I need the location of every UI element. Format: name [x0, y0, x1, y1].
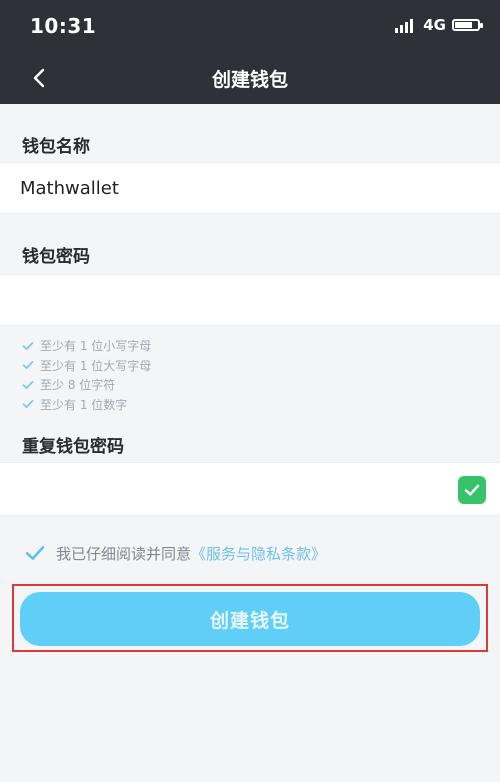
check-icon	[22, 341, 34, 350]
app-header: 10:31 4G 创建钱包	[0, 0, 500, 104]
status-bar: 10:31 4G	[0, 0, 500, 52]
agreement-checkbox[interactable]	[24, 542, 46, 564]
navbar: 创建钱包	[0, 52, 500, 104]
password-rule-text: 至少有 1 位小写字母	[40, 339, 152, 354]
password-rules: 至少有 1 位小写字母 至少有 1 位大写字母 至少 8 位字符 至少有 1 位…	[22, 336, 322, 414]
create-wallet-screen: 10:31 4G 创建钱包 钱包名称 钱包密码	[0, 0, 500, 782]
wallet-password-label: 钱包密码	[22, 247, 90, 267]
wallet-name-field	[0, 162, 500, 214]
checkmark-icon	[464, 484, 480, 496]
checkbox-checked-icon	[25, 545, 45, 560]
page-title: 创建钱包	[211, 69, 288, 91]
network-type: 4G	[423, 16, 446, 34]
wallet-password-input[interactable]	[20, 275, 420, 325]
check-icon	[22, 380, 34, 389]
password-rule-text: 至少有 1 位数字	[40, 397, 128, 412]
password-rule: 至少有 1 位大写字母	[22, 356, 322, 376]
signal-icon	[395, 17, 417, 33]
password-rule-text: 至少 8 位字符	[40, 378, 116, 393]
status-time: 10:31	[30, 14, 97, 38]
wallet-name-label: 钱包名称	[22, 137, 90, 157]
agreement-text: 我已仔细阅读并同意	[56, 544, 192, 563]
password-rule: 至少有 1 位小写字母	[22, 336, 322, 356]
wallet-name-input[interactable]	[20, 163, 420, 213]
agreement-row: 我已仔细阅读并同意 《服务与隐私条款》	[24, 542, 326, 564]
battery-icon	[452, 19, 483, 31]
repeat-password-input[interactable]	[20, 463, 420, 515]
check-icon	[22, 400, 34, 409]
create-wallet-button[interactable]: 创建钱包	[20, 592, 480, 646]
password-rule-text: 至少有 1 位大写字母	[40, 358, 152, 373]
wallet-password-field	[0, 274, 500, 326]
status-indicators: 4G	[395, 15, 483, 35]
battery-level	[455, 22, 472, 28]
password-rule: 至少 8 位字符	[22, 375, 322, 395]
repeat-password-field	[0, 462, 500, 516]
password-rule: 至少有 1 位数字	[22, 395, 322, 415]
repeat-password-label: 重复钱包密码	[22, 437, 124, 457]
terms-link[interactable]: 《服务与隐私条款》	[191, 543, 326, 564]
password-match-icon	[458, 476, 486, 504]
check-icon	[22, 361, 34, 370]
